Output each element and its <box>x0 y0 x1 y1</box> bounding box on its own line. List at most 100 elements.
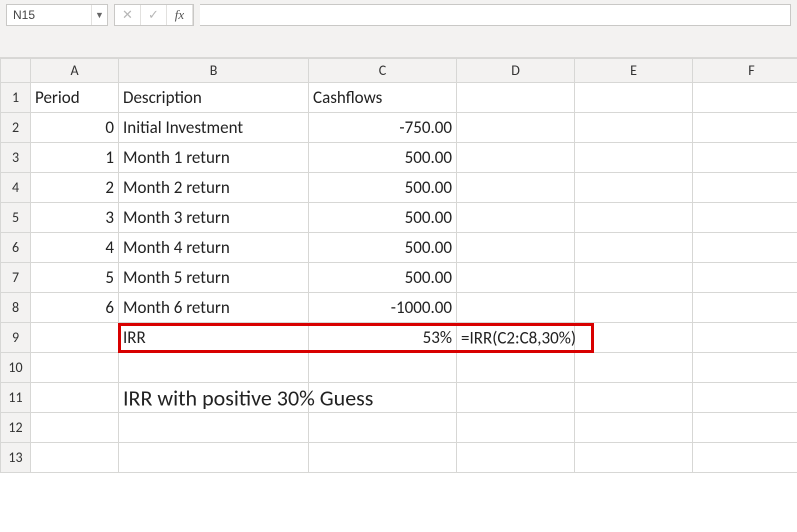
cell-B3[interactable]: Month 1 return <box>119 143 309 173</box>
cell-B10[interactable] <box>119 353 309 383</box>
cell-C10[interactable] <box>309 353 457 383</box>
cell-C12[interactable] <box>309 413 457 443</box>
cell-A4[interactable]: 2 <box>31 173 119 203</box>
cell-F7[interactable] <box>693 263 797 293</box>
cell-E1[interactable] <box>575 83 693 113</box>
cell-F4[interactable] <box>693 173 797 203</box>
cell-B11[interactable]: IRR with positive 30% Guess <box>119 383 309 413</box>
col-header-A[interactable]: A <box>31 59 119 83</box>
cell-F6[interactable] <box>693 233 797 263</box>
insert-function-button[interactable]: fx <box>167 5 193 25</box>
cell-B1[interactable]: Description <box>119 83 309 113</box>
row-header-12[interactable]: 12 <box>1 413 31 443</box>
cell-A6[interactable]: 4 <box>31 233 119 263</box>
cell-F8[interactable] <box>693 293 797 323</box>
cell-E2[interactable] <box>575 113 693 143</box>
col-header-D[interactable]: D <box>457 59 575 83</box>
cell-E6[interactable] <box>575 233 693 263</box>
cell-E11[interactable] <box>575 383 693 413</box>
cell-C7[interactable]: 500.00 <box>309 263 457 293</box>
cell-A10[interactable] <box>31 353 119 383</box>
row-header-8[interactable]: 8 <box>1 293 31 323</box>
row-header-9[interactable]: 9 <box>1 323 31 353</box>
cell-F10[interactable] <box>693 353 797 383</box>
cell-B9[interactable]: IRR <box>119 323 309 353</box>
cell-B2[interactable]: Initial Investment <box>119 113 309 143</box>
cell-D9[interactable]: =IRR(C2:C8,30%) <box>457 323 575 353</box>
confirm-formula-button[interactable]: ✓ <box>141 5 167 25</box>
col-header-B[interactable]: B <box>119 59 309 83</box>
cell-C3[interactable]: 500.00 <box>309 143 457 173</box>
cell-B6[interactable]: Month 4 return <box>119 233 309 263</box>
cell-F5[interactable] <box>693 203 797 233</box>
cell-A5[interactable]: 3 <box>31 203 119 233</box>
cell-C9[interactable]: 53% <box>309 323 457 353</box>
cell-B5[interactable]: Month 3 return <box>119 203 309 233</box>
cell-B4[interactable]: Month 2 return <box>119 173 309 203</box>
cell-E9[interactable] <box>575 323 693 353</box>
cell-F12[interactable] <box>693 413 797 443</box>
cell-A8[interactable]: 6 <box>31 293 119 323</box>
cell-A12[interactable] <box>31 413 119 443</box>
cell-C1[interactable]: Cashflows <box>309 83 457 113</box>
cell-D1[interactable] <box>457 83 575 113</box>
cell-B8[interactable]: Month 6 return <box>119 293 309 323</box>
col-header-C[interactable]: C <box>309 59 457 83</box>
cell-C6[interactable]: 500.00 <box>309 233 457 263</box>
row-header-11[interactable]: 11 <box>1 383 31 413</box>
cell-E7[interactable] <box>575 263 693 293</box>
cell-D12[interactable] <box>457 413 575 443</box>
cell-C5[interactable]: 500.00 <box>309 203 457 233</box>
cell-D3[interactable] <box>457 143 575 173</box>
row-header-7[interactable]: 7 <box>1 263 31 293</box>
col-header-E[interactable]: E <box>575 59 693 83</box>
cancel-formula-button[interactable]: ✕ <box>115 5 141 25</box>
cell-D13[interactable] <box>457 443 575 473</box>
row-header-10[interactable]: 10 <box>1 353 31 383</box>
row-header-4[interactable]: 4 <box>1 173 31 203</box>
cell-B12[interactable] <box>119 413 309 443</box>
name-box-dropdown[interactable]: ▼ <box>91 5 107 25</box>
cell-D4[interactable] <box>457 173 575 203</box>
select-all-corner[interactable] <box>1 59 31 83</box>
cell-F2[interactable] <box>693 113 797 143</box>
row-header-13[interactable]: 13 <box>1 443 31 473</box>
row-header-6[interactable]: 6 <box>1 233 31 263</box>
cell-A13[interactable] <box>31 443 119 473</box>
cell-D5[interactable] <box>457 203 575 233</box>
cell-A1[interactable]: Period <box>31 83 119 113</box>
cell-A9[interactable] <box>31 323 119 353</box>
cell-E12[interactable] <box>575 413 693 443</box>
cell-B7[interactable]: Month 5 return <box>119 263 309 293</box>
cell-E8[interactable] <box>575 293 693 323</box>
cell-A2[interactable]: 0 <box>31 113 119 143</box>
row-header-2[interactable]: 2 <box>1 113 31 143</box>
row-header-5[interactable]: 5 <box>1 203 31 233</box>
cell-F13[interactable] <box>693 443 797 473</box>
cell-E13[interactable] <box>575 443 693 473</box>
cell-F1[interactable] <box>693 83 797 113</box>
row-header-1[interactable]: 1 <box>1 83 31 113</box>
cell-B13[interactable] <box>119 443 309 473</box>
cell-A7[interactable]: 5 <box>31 263 119 293</box>
cell-C4[interactable]: 500.00 <box>309 173 457 203</box>
cell-E4[interactable] <box>575 173 693 203</box>
cell-C13[interactable] <box>309 443 457 473</box>
cell-E10[interactable] <box>575 353 693 383</box>
cell-F9[interactable] <box>693 323 797 353</box>
row-header-3[interactable]: 3 <box>1 143 31 173</box>
cell-A11[interactable] <box>31 383 119 413</box>
cell-F11[interactable] <box>693 383 797 413</box>
cell-D7[interactable] <box>457 263 575 293</box>
cell-E5[interactable] <box>575 203 693 233</box>
worksheet-grid[interactable]: A B C D E F 1 Period Description Cashflo… <box>0 58 797 532</box>
cell-D8[interactable] <box>457 293 575 323</box>
cell-D2[interactable] <box>457 113 575 143</box>
cell-D10[interactable] <box>457 353 575 383</box>
cell-D6[interactable] <box>457 233 575 263</box>
cell-F3[interactable] <box>693 143 797 173</box>
cell-C8[interactable]: -1000.00 <box>309 293 457 323</box>
cell-D11[interactable] <box>457 383 575 413</box>
col-header-F[interactable]: F <box>693 59 797 83</box>
name-box[interactable] <box>7 5 91 25</box>
